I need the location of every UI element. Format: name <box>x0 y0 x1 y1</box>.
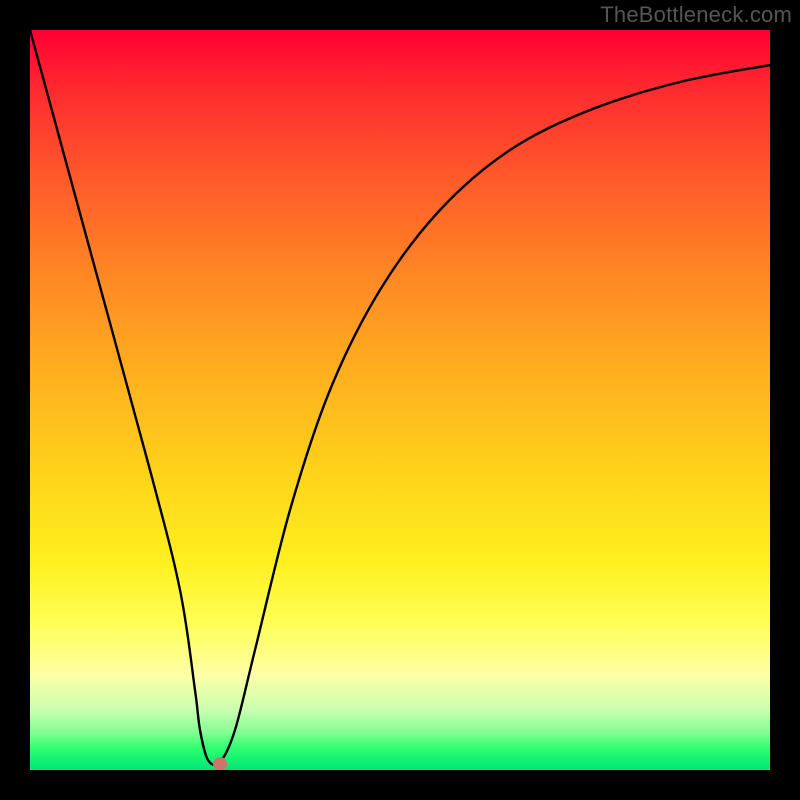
optimal-point-marker <box>213 757 227 770</box>
chart-container: TheBottleneck.com <box>0 0 800 800</box>
watermark-label: TheBottleneck.com <box>600 2 792 28</box>
curve-path <box>30 30 770 765</box>
plot-area <box>30 30 770 770</box>
bottleneck-curve <box>30 30 770 770</box>
